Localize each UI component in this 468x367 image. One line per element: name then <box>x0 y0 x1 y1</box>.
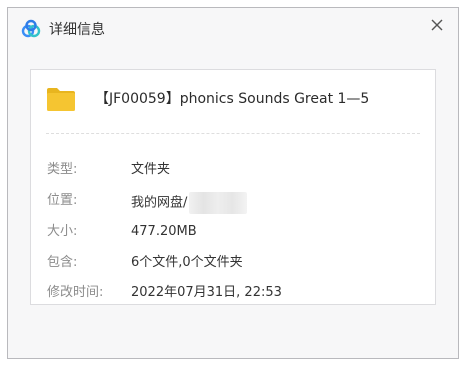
baidu-netdisk-cloud-icon <box>21 19 41 38</box>
divider <box>46 133 420 134</box>
size-label: 大小: <box>47 224 78 239</box>
location-value-wrap: 我的网盘/ <box>131 192 248 214</box>
type-value: 文件夹 <box>131 162 171 177</box>
modified-label: 修改时间: <box>47 285 104 300</box>
modified-value: 2022年07月31日, 22:53 <box>131 285 282 300</box>
contains-label: 包含: <box>47 255 78 270</box>
location-label: 位置: <box>47 193 78 208</box>
dialog-title: 详细信息 <box>49 22 105 38</box>
file-name: 【JF00059】phonics Sounds Great 1—5 <box>95 91 370 107</box>
folder-icon <box>47 88 75 111</box>
details-card: 【JF00059】phonics Sounds Great 1—5 类型: 文件… <box>30 69 436 305</box>
size-value: 477.20MB <box>131 224 197 239</box>
redacted-path <box>189 192 248 214</box>
close-icon[interactable] <box>426 14 448 36</box>
dialog-titlebar: 详细信息 <box>8 8 458 52</box>
details-dialog: 详细信息 【JF00059】phonics Sounds Great 1—5 类… <box>7 7 459 359</box>
location-value: 我的网盘/ <box>131 195 188 211</box>
contains-value: 6个文件,0个文件夹 <box>131 255 243 270</box>
type-label: 类型: <box>47 162 78 177</box>
